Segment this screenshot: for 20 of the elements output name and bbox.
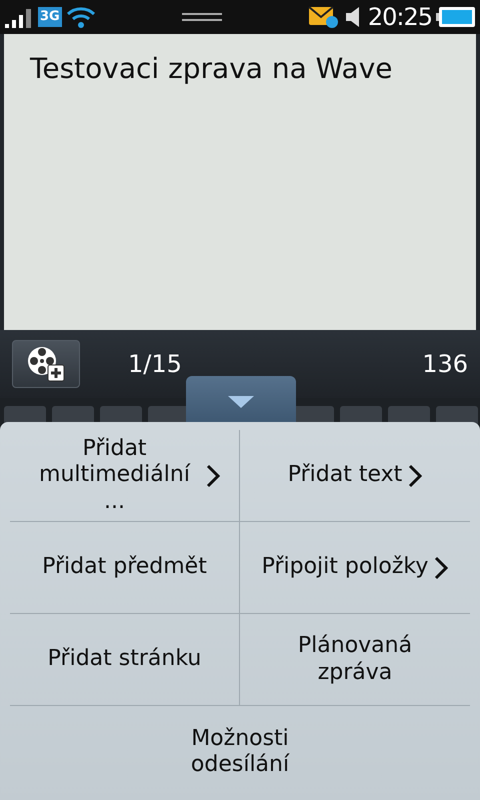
menu-item[interactable]: Přidat text: [240, 430, 470, 522]
message-text[interactable]: Testovaci zprava na Wave: [30, 48, 450, 90]
drag-handle-icon[interactable]: [182, 12, 222, 22]
network-type-icon: 3G: [38, 7, 62, 27]
menu-item[interactable]: Přidat předmět: [10, 522, 240, 614]
character-counter: 136: [422, 349, 468, 380]
menu-item[interactable]: Přidat multimediální ...: [10, 430, 240, 522]
battery-icon: [436, 6, 476, 28]
page-counter: 1/15: [128, 349, 182, 380]
down-arrow-icon: [228, 396, 254, 408]
mail-icon: [308, 5, 340, 29]
wifi-icon: [66, 5, 96, 29]
signal-icon: [4, 6, 34, 28]
clock: 20:25: [368, 2, 432, 33]
add-media-button[interactable]: [12, 340, 80, 388]
menu-item[interactable]: Připojit položky: [240, 522, 470, 614]
menu-item[interactable]: Možnosti odesílání: [10, 706, 470, 798]
film-reel-add-icon: [26, 345, 66, 383]
menu-item[interactable]: Přidat stránku: [10, 614, 240, 706]
menu-item[interactable]: Plánovaná zpráva: [240, 614, 470, 706]
